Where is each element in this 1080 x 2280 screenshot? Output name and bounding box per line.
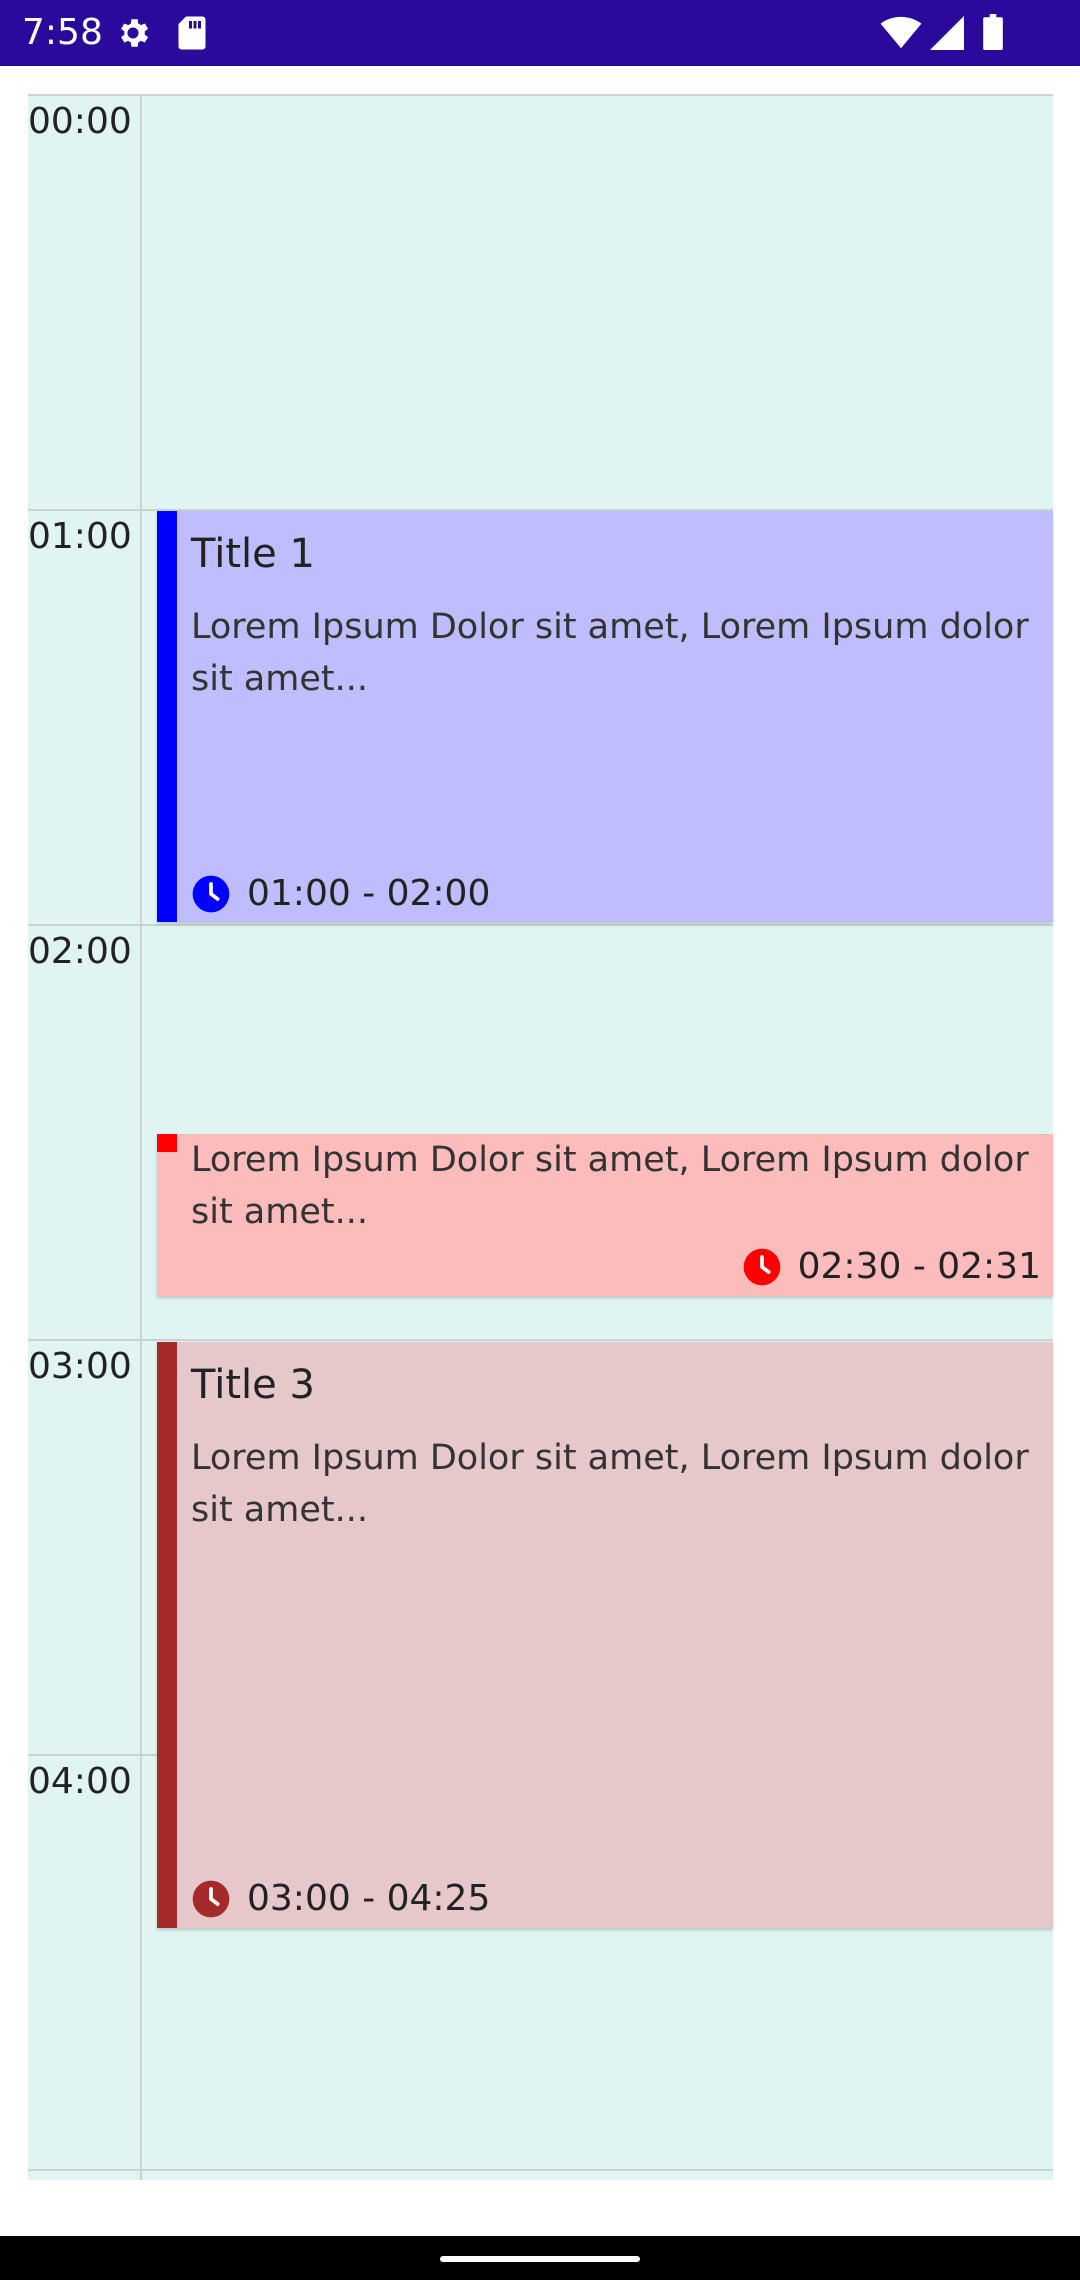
signal-icon <box>930 16 964 50</box>
event-color-bar <box>157 1134 177 1152</box>
hour-label-04: 04:00 <box>28 1761 132 1802</box>
event-card[interactable]: Lorem Ipsum Dolor sit amet, Lorem Ipsum … <box>157 1134 1053 1296</box>
event-time: 03:00 - 04:25 <box>191 1878 490 1919</box>
time-column-divider <box>140 94 142 2180</box>
event-description: Lorem Ipsum Dolor sit amet, Lorem Ipsum … <box>191 1438 1029 1530</box>
day-view-calendar[interactable]: 00:00 01:00 02:00 03:00 04:00 Title 1 Lo… <box>28 94 1053 2180</box>
event-time: 01:00 - 02:00 <box>191 873 490 914</box>
hour-line <box>28 1339 1053 1341</box>
clock-icon <box>743 1248 780 1285</box>
event-title: Title 3 <box>191 1362 315 1408</box>
event-color-bar <box>157 1342 177 1928</box>
clock-icon <box>192 1880 230 1917</box>
event-description: Lorem Ipsum Dolor sit amet, Lorem Ipsum … <box>191 607 1029 699</box>
hour-label-01: 01:00 <box>28 516 132 557</box>
wifi-icon <box>880 16 922 49</box>
gear-icon <box>121 19 149 47</box>
event-card[interactable]: Title 1 Lorem Ipsum Dolor sit amet, Lore… <box>157 511 1053 922</box>
hour-label-02: 02:00 <box>28 931 132 972</box>
event-time-label: 02:30 - 02:31 <box>797 1246 1041 1287</box>
hour-line <box>28 94 1053 96</box>
hour-label-00: 00:00 <box>28 101 132 142</box>
hour-line <box>28 2169 1053 2171</box>
sd-card-icon <box>178 16 206 50</box>
status-time: 7:58 <box>22 12 103 53</box>
status-bar: 7:58 <box>0 0 1080 66</box>
navigation-bar <box>0 2236 1080 2280</box>
home-handle[interactable] <box>440 2256 640 2262</box>
hour-label-03: 03:00 <box>28 1346 132 1387</box>
event-time-label: 01:00 - 02:00 <box>247 873 491 914</box>
event-color-bar <box>157 511 177 922</box>
hour-line <box>28 924 1053 926</box>
event-title: Title 1 <box>191 531 315 577</box>
battery-icon <box>983 14 1003 50</box>
event-time-label: 03:00 - 04:25 <box>247 1878 491 1919</box>
clock-icon <box>192 875 230 912</box>
event-description: Lorem Ipsum Dolor sit amet, Lorem Ipsum … <box>191 1140 1029 1232</box>
event-card[interactable]: Title 3 Lorem Ipsum Dolor sit amet, Lore… <box>157 1342 1053 1928</box>
event-time: 02:30 - 02:31 <box>742 1246 1041 1287</box>
